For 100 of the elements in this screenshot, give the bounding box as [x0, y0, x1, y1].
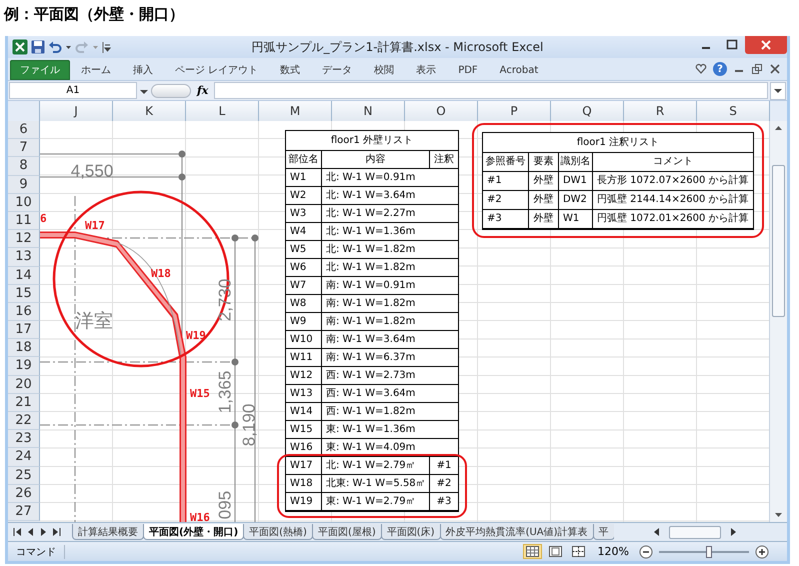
restore-icon[interactable] — [751, 63, 763, 75]
table-cell: #1 — [482, 172, 529, 190]
zoom-in-icon[interactable] — [755, 544, 769, 558]
column-header[interactable]: S — [697, 101, 770, 121]
ribbon-tab[interactable]: 挿入 — [122, 60, 164, 80]
table-cell-text: #2 — [436, 477, 452, 491]
ribbon-tab[interactable]: Acrobat — [488, 60, 550, 80]
table-cell-text: 北: W-1 W=0.91m — [324, 170, 416, 185]
sheet-tab[interactable]: 平面図(床) — [380, 524, 441, 540]
column-header[interactable]: P — [478, 101, 551, 121]
table-cell-text: 北: W-1 W=1.82m — [324, 242, 416, 257]
ribbon-tab[interactable]: PDF — [447, 60, 489, 80]
column-header: 内容 — [322, 151, 430, 168]
help-button[interactable]: ? — [713, 62, 727, 76]
column-header[interactable]: Q — [551, 101, 624, 121]
heart-icon[interactable] — [695, 63, 707, 75]
table-cell-text: 南: W-1 W=0.91m — [324, 278, 416, 293]
table-cell: W10 — [286, 331, 322, 348]
dimension-label: 2,730 — [215, 278, 234, 322]
column-header[interactable]: K — [113, 101, 186, 121]
wall-label: W19 — [186, 329, 206, 342]
table-title: floor1 注釈リスト — [482, 133, 753, 153]
table-cell: W15 — [286, 421, 322, 438]
insert-function-button[interactable]: fx — [193, 84, 212, 97]
zoom-out-icon[interactable] — [639, 544, 653, 558]
table-cell: DW1 — [558, 172, 593, 190]
table-cell-text: 南: W-1 W=1.82m — [324, 296, 416, 311]
column-header[interactable]: N — [332, 101, 405, 121]
table-cell: W17 — [286, 457, 322, 474]
dimension-label: 095 — [215, 490, 234, 520]
table-cell-text: 円弧壁 1072.01×2600 から計算 — [596, 212, 750, 226]
normal-view-icon — [526, 546, 539, 557]
last-sheet-icon[interactable] — [51, 526, 62, 538]
table-cell-text: #1 — [436, 459, 452, 473]
dimension-label: 1,365 — [215, 370, 234, 414]
wall-label: W18 — [150, 267, 171, 280]
sheet-tab[interactable]: 外皮平均熱貫流率(UA値)計算表 — [440, 524, 594, 540]
column-header[interactable]: M — [259, 101, 332, 121]
table-cell: DW2 — [558, 191, 593, 209]
status-mode: コマンド — [8, 544, 65, 558]
column-header[interactable]: R — [624, 101, 697, 121]
table-cell: W13 — [286, 385, 322, 402]
view-button[interactable] — [522, 544, 542, 559]
table-cell: W8 — [286, 295, 322, 312]
table-cell: 東: W-1 W=2.79㎡ — [322, 493, 430, 510]
page-heading: 例：平面図（外壁・開口） — [2, 4, 184, 25]
table-cell: W14 — [286, 403, 322, 420]
formula-input-field[interactable] — [214, 82, 768, 99]
dimension-label: 4,550 — [70, 161, 114, 180]
table-cell-text: 北: W-1 W=1.36m — [324, 224, 416, 239]
save-icon[interactable] — [31, 40, 45, 54]
table-cell: W7 — [286, 277, 322, 294]
customize-toolbar-icon[interactable] — [102, 40, 111, 54]
close-button[interactable] — [745, 36, 787, 54]
ribbon-tab[interactable]: ホーム — [70, 60, 122, 80]
close-icon[interactable] — [769, 63, 781, 75]
column-header[interactable]: J — [40, 101, 113, 121]
page-break-icon — [572, 546, 585, 557]
table-cell-text: 西: W-1 W=2.73m — [324, 369, 416, 383]
sheet-tab[interactable]: 平 — [592, 524, 614, 540]
page-layout-icon — [548, 546, 562, 557]
first-sheet-icon[interactable] — [12, 526, 23, 538]
table-cell-text: 西: W-1 W=3.64m — [324, 387, 416, 401]
table-cell: #2 — [482, 191, 529, 209]
sheet-tab[interactable]: 平面図(屋根) — [312, 524, 382, 540]
close-icon — [760, 40, 772, 50]
file-tab[interactable]: ファイル — [10, 60, 70, 80]
table-cell: 北: W-1 W=2.79㎡ — [322, 457, 430, 474]
sheet-tab[interactable]: 平面図(外壁・開口) — [143, 524, 244, 540]
table-cell: W2 — [286, 187, 322, 204]
column-header: コメント — [652, 155, 694, 169]
ribbon-tab[interactable]: 表示 — [405, 60, 448, 80]
ribbon-tab[interactable]: 校閲 — [363, 60, 406, 80]
table-cell: W19 — [286, 493, 322, 510]
table-cell: W16 — [286, 439, 322, 456]
ribbon-tab[interactable]: 数式 — [269, 60, 312, 80]
table-cell-text: 北: W-1 W=1.82m — [324, 260, 416, 275]
ribbon-tab[interactable]: ページ レイアウト — [164, 60, 270, 80]
expand-caret-icon[interactable] — [770, 82, 786, 100]
name-box[interactable]: A1 — [9, 82, 137, 99]
sheet-tab[interactable]: 計算結果概要 — [72, 524, 144, 540]
spreadsheet-logo-icon[interactable] — [12, 39, 28, 55]
table-cell: W5 — [286, 241, 322, 258]
table-title: floor1 外壁リスト — [286, 131, 458, 151]
zoom-level[interactable]: 120% — [592, 545, 635, 558]
sheet-tab[interactable]: 平面図(熱橋) — [243, 524, 313, 540]
column-header[interactable]: O — [405, 101, 478, 121]
table-cell-text: 円弧壁 2144.14×2600 から計算 — [596, 192, 750, 207]
undo-icon[interactable] — [48, 40, 62, 54]
scroll-thumb[interactable] — [772, 165, 785, 317]
table-cell-text: 南: W-1 W=6.37m — [324, 350, 416, 365]
ribbon-tab[interactable]: データ — [311, 60, 364, 80]
column-header[interactable]: L — [186, 101, 259, 121]
column-header: 要素 — [528, 153, 559, 171]
table-cell: #3 — [482, 210, 529, 228]
scroll-thumb[interactable] — [669, 526, 721, 538]
table-cell-text: 南: W-1 W=1.82m — [324, 314, 416, 329]
column-header: 参照番号 — [482, 153, 529, 171]
slider-thumb[interactable] — [706, 546, 712, 558]
vertical-scrollbar[interactable] — [769, 121, 787, 522]
